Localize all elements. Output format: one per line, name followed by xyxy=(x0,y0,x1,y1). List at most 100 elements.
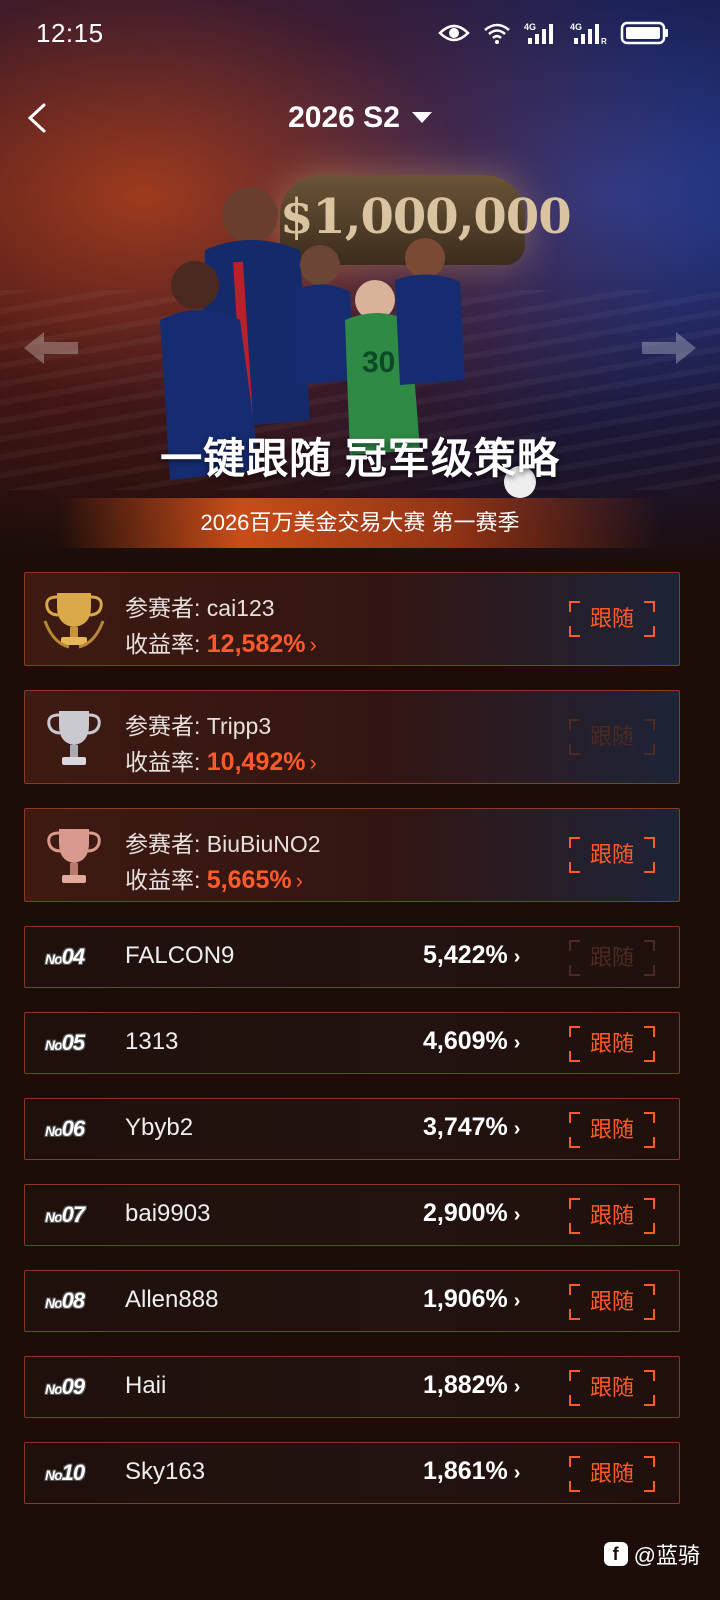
gold-trophy-icon xyxy=(43,593,105,649)
return-rate-value: 4,609% xyxy=(423,1027,508,1055)
participant-name: BiuBiuNO2 xyxy=(206,831,321,857)
rank-prefix: No xyxy=(45,1295,63,1311)
leaderboard-row[interactable]: No08 Allen888 1,906% › 跟随 xyxy=(24,1270,680,1332)
leaderboard-row[interactable]: No09 Haii 1,882% › 跟随 xyxy=(24,1356,680,1418)
participant-name: FALCON9 xyxy=(125,942,235,969)
chevron-right-icon: › xyxy=(513,1204,521,1226)
return-label: 收益率: xyxy=(125,867,207,893)
participant-line: 参赛者: cai123 xyxy=(125,589,275,623)
follow-button-disabled[interactable]: 跟随 xyxy=(569,719,655,755)
return-rate[interactable]: 2,900% › xyxy=(423,1199,520,1228)
rank-badge: No04 xyxy=(45,944,86,970)
return-rate-value: 1,906% xyxy=(423,1285,508,1313)
chevron-right-icon: › xyxy=(309,750,317,775)
follow-label: 跟随 xyxy=(589,1289,634,1314)
banner-subtitle-band: 2026百万美金交易大赛 第一赛季 xyxy=(60,498,660,548)
watermark: f @蓝骑 xyxy=(603,1538,700,1570)
return-label: 收益率: xyxy=(125,749,207,775)
rank-number: 06 xyxy=(61,1116,86,1141)
chevron-right-icon: › xyxy=(295,868,303,893)
return-rate-value: 1,861% xyxy=(423,1457,508,1485)
return-rate[interactable]: 3,747% › xyxy=(423,1113,520,1142)
participant-name: Allen888 xyxy=(125,1286,219,1313)
return-rate: 5,665% xyxy=(206,866,292,894)
participant-name: bai9903 xyxy=(125,1200,211,1227)
chevron-right-icon: › xyxy=(513,1032,521,1054)
rank-number: 10 xyxy=(61,1460,86,1485)
rank-number: 08 xyxy=(61,1288,86,1313)
watermark-text: @蓝骑 xyxy=(633,1543,700,1568)
return-line[interactable]: 收益率: 5,665% › xyxy=(125,861,303,895)
hero-banner: 12:15 4G 4G R 2026 S2 $1,000,000 30 一键跟随… xyxy=(0,0,720,560)
follow-button[interactable]: 跟随 xyxy=(569,837,655,873)
follow-button[interactable]: 跟随 xyxy=(569,1284,655,1320)
participant-label: 参赛者: xyxy=(125,713,207,739)
social-logo-icon: f xyxy=(603,1542,628,1566)
follow-label: 跟随 xyxy=(589,1117,634,1142)
return-line[interactable]: 收益率: 12,582% › xyxy=(125,625,317,659)
follow-button[interactable]: 跟随 xyxy=(569,1370,655,1406)
rank-prefix: No xyxy=(45,1037,63,1053)
next-arrow-icon[interactable] xyxy=(638,328,698,368)
rank-number: 07 xyxy=(61,1202,86,1227)
return-rate[interactable]: 1,861% › xyxy=(423,1457,520,1486)
follow-button[interactable]: 跟随 xyxy=(569,1026,655,1062)
rank-badge: No05 xyxy=(45,1030,86,1056)
rank-badge: No07 xyxy=(45,1202,86,1228)
follow-button[interactable]: 跟随 xyxy=(569,601,655,637)
follow-button-disabled[interactable]: 跟随 xyxy=(569,940,655,976)
follow-button[interactable]: 跟随 xyxy=(569,1112,655,1148)
participant-line: 参赛者: Tripp3 xyxy=(125,707,271,741)
rank-number: 09 xyxy=(61,1374,86,1399)
chevron-right-icon: › xyxy=(513,946,521,968)
return-rate-value: 5,422% xyxy=(423,941,508,969)
return-rate[interactable]: 1,882% › xyxy=(423,1371,520,1400)
participant-label: 参赛者: xyxy=(125,595,207,621)
follow-button[interactable]: 跟随 xyxy=(569,1198,655,1234)
leaderboard-top-1[interactable]: 参赛者: cai123 收益率: 12,582% › 跟随 xyxy=(24,572,680,666)
chevron-right-icon: › xyxy=(513,1462,521,1484)
leaderboard-row[interactable]: No05 1313 4,609% › 跟随 xyxy=(24,1012,680,1074)
participant-name: Tripp3 xyxy=(206,713,272,739)
return-rate[interactable]: 5,422% › xyxy=(423,941,520,970)
rank-badge: No08 xyxy=(45,1288,86,1314)
leaderboard-row[interactable]: No10 Sky163 1,861% › 跟随 xyxy=(24,1442,680,1504)
participant-name: Haii xyxy=(125,1372,167,1399)
leaderboard-row[interactable]: No07 bai9903 2,900% › 跟随 xyxy=(24,1184,680,1246)
return-rate[interactable]: 1,906% › xyxy=(423,1285,520,1314)
rank-prefix: No xyxy=(45,1123,63,1139)
follow-label: 跟随 xyxy=(589,1203,634,1228)
return-rate: 10,492% xyxy=(206,748,306,776)
chevron-right-icon: › xyxy=(513,1290,521,1312)
chevron-right-icon: › xyxy=(513,1118,521,1140)
leaderboard-row[interactable]: No06 Ybyb2 3,747% › 跟随 xyxy=(24,1098,680,1160)
rank-badge: No10 xyxy=(45,1460,86,1486)
participant-name: Sky163 xyxy=(125,1458,206,1485)
return-rate[interactable]: 4,609% › xyxy=(423,1027,520,1056)
rank-prefix: No xyxy=(45,1381,63,1397)
svg-text:30: 30 xyxy=(362,346,395,379)
silver-trophy-icon xyxy=(47,711,101,765)
rank-number: 04 xyxy=(61,944,86,969)
rank-badge: No09 xyxy=(45,1374,86,1400)
follow-label: 跟随 xyxy=(589,1375,634,1400)
leaderboard-top-2[interactable]: 参赛者: Tripp3 收益率: 10,492% › 跟随 xyxy=(24,690,680,784)
chevron-right-icon: › xyxy=(513,1376,521,1398)
return-rate-value: 1,882% xyxy=(423,1371,508,1399)
follow-label: 跟随 xyxy=(589,842,634,867)
return-line[interactable]: 收益率: 10,492% › xyxy=(125,743,317,777)
rank-prefix: No xyxy=(45,951,63,967)
leaderboard-row[interactable]: No04 FALCON9 5,422% › 跟随 xyxy=(24,926,680,988)
participant-name: cai123 xyxy=(206,595,275,621)
rank-number: 05 xyxy=(61,1030,86,1055)
follow-label: 跟随 xyxy=(589,1461,634,1486)
participant-name: Ybyb2 xyxy=(125,1114,194,1141)
leaderboard-top-3[interactable]: 参赛者: BiuBiuNO2 收益率: 5,665% › 跟随 xyxy=(24,808,680,902)
return-rate: 12,582% xyxy=(206,630,306,658)
return-rate-value: 3,747% xyxy=(423,1113,508,1141)
rank-badge: No06 xyxy=(45,1116,86,1142)
banner-subtitle: 2026百万美金交易大赛 第一赛季 xyxy=(200,510,520,535)
prev-arrow-icon[interactable] xyxy=(22,328,82,368)
participant-label: 参赛者: xyxy=(125,831,207,857)
follow-button[interactable]: 跟随 xyxy=(569,1456,655,1492)
